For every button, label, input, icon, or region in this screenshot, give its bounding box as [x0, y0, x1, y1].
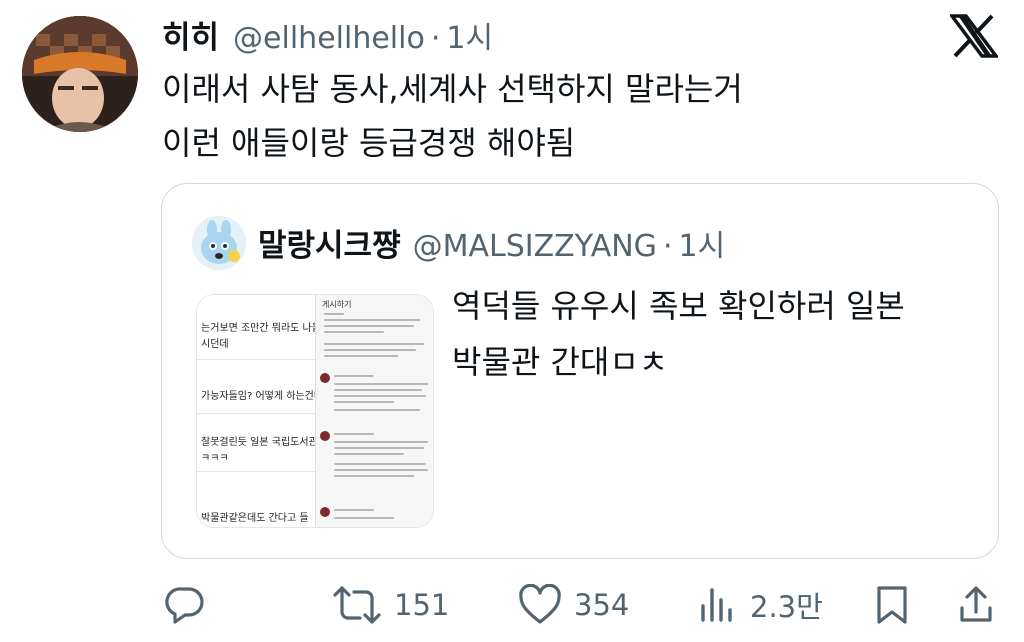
action-bar: 151 354 2.3만: [0, 580, 1024, 630]
comment-avatar: [320, 507, 330, 517]
media-text-row: 시던데: [201, 339, 229, 350]
media-line: [334, 469, 428, 471]
retweet-icon: [333, 586, 381, 624]
media-text-row: 잘못걸린듯 일본 국립도서관들: [201, 437, 327, 448]
media-line: [334, 395, 426, 397]
media-line: [334, 475, 414, 477]
share-icon: [960, 586, 992, 622]
media-text-row: 는거보면 조만간 뭐라도 나올듯: [201, 323, 331, 334]
comment-avatar: [320, 431, 330, 441]
media-line: [334, 389, 422, 391]
quoted-header: 말랑시크쨩 @MALSIZZYANG · 1시: [258, 220, 725, 265]
timestamp[interactable]: 1시: [446, 13, 493, 57]
views-count: 2.3만: [750, 590, 823, 624]
media-line: [324, 319, 420, 321]
media-line: [334, 433, 374, 435]
media-divider: [197, 359, 317, 360]
x-logo-icon: [948, 14, 1000, 58]
media-line: [324, 355, 398, 357]
media-right-panel: 게시하기: [315, 295, 433, 527]
media-line: [334, 463, 426, 465]
like-button[interactable]: 354: [518, 584, 629, 626]
media-line: [324, 313, 344, 315]
like-count: 354: [574, 588, 630, 622]
share-button[interactable]: [958, 584, 994, 626]
media-text-row: ㅋㅋㅋ: [201, 453, 229, 464]
media-line: [324, 325, 414, 327]
quoted-timestamp[interactable]: 1시: [678, 221, 725, 265]
tweet-text: 이래서 사탐 동사,세계사 선택하지 말라는거 이런 애들이랑 등급경쟁 해야됨: [162, 62, 1002, 170]
avatar-image: [22, 16, 138, 132]
quoted-avatar[interactable]: [192, 216, 246, 270]
quoted-media-thumbnail[interactable]: 는거보면 조만간 뭐라도 나올듯 시던데 가능자들임? 어떻게 하는건데 잘못걸…: [196, 294, 434, 528]
media-line: [334, 441, 428, 443]
media-panel-title: 게시하기: [322, 300, 352, 309]
views-button[interactable]: 2.3만: [698, 584, 823, 626]
media-divider: [197, 471, 317, 472]
media-line: [334, 383, 428, 385]
media-line: [334, 409, 420, 411]
media-divider: [197, 413, 317, 414]
reply-button[interactable]: [164, 584, 206, 626]
quoted-user-handle[interactable]: @MALSIZZYANG: [413, 229, 657, 264]
views-icon: [701, 588, 732, 622]
heart-icon: [519, 584, 561, 624]
tweet-text-line: 이런 애들이랑 등급경쟁 해야됨: [162, 124, 576, 162]
bookmark-button[interactable]: [874, 584, 910, 626]
quoted-text-line: 역덕들 유우시 족보 확인하러 일본: [452, 287, 905, 325]
quoted-tweet-text: 역덕들 유우시 족보 확인하러 일본 박물관 간대ㅁㅊ: [452, 278, 972, 390]
media-text-row: 가능자들임? 어떻게 하는건데: [201, 391, 324, 402]
media-line: [334, 375, 374, 377]
retweet-button[interactable]: 151: [332, 584, 449, 626]
media-left-panel: 는거보면 조만간 뭐라도 나올듯 시던데 가능자들임? 어떻게 하는건데 잘못걸…: [197, 295, 330, 527]
avatar[interactable]: [22, 16, 138, 132]
quoted-display-name[interactable]: 말랑시크쨩: [258, 220, 401, 265]
user-handle[interactable]: @ellhellhello: [233, 21, 425, 56]
quoted-avatar-image: [192, 216, 246, 270]
quoted-text-line: 박물관 간대ㅁㅊ: [452, 343, 669, 381]
quoted-tweet-card[interactable]: 말랑시크쨩 @MALSIZZYANG · 1시 는거보면 조만간 뭐라도 나올듯…: [161, 183, 999, 559]
media-line: [334, 401, 394, 403]
media-line: [334, 517, 394, 519]
media-line: [334, 453, 404, 455]
separator-dot: ·: [662, 229, 673, 264]
display-name[interactable]: 히히: [162, 12, 219, 57]
reply-icon: [165, 587, 204, 624]
media-line: [334, 447, 424, 449]
media-line: [324, 331, 384, 333]
media-line: [334, 509, 374, 511]
tweet-text-line: 이래서 사탐 동사,세계사 선택하지 말라는거: [162, 70, 743, 108]
tweet-header: 히히 @ellhellhello · 1시: [162, 12, 493, 57]
bookmark-icon: [877, 586, 907, 624]
comment-avatar: [320, 373, 330, 383]
media-line: [324, 343, 424, 345]
separator-dot: ·: [430, 21, 441, 56]
media-text-row: 박물관같은데도 간다고 들: [201, 513, 309, 524]
media-line: [324, 349, 416, 351]
retweet-count: 151: [394, 588, 450, 622]
